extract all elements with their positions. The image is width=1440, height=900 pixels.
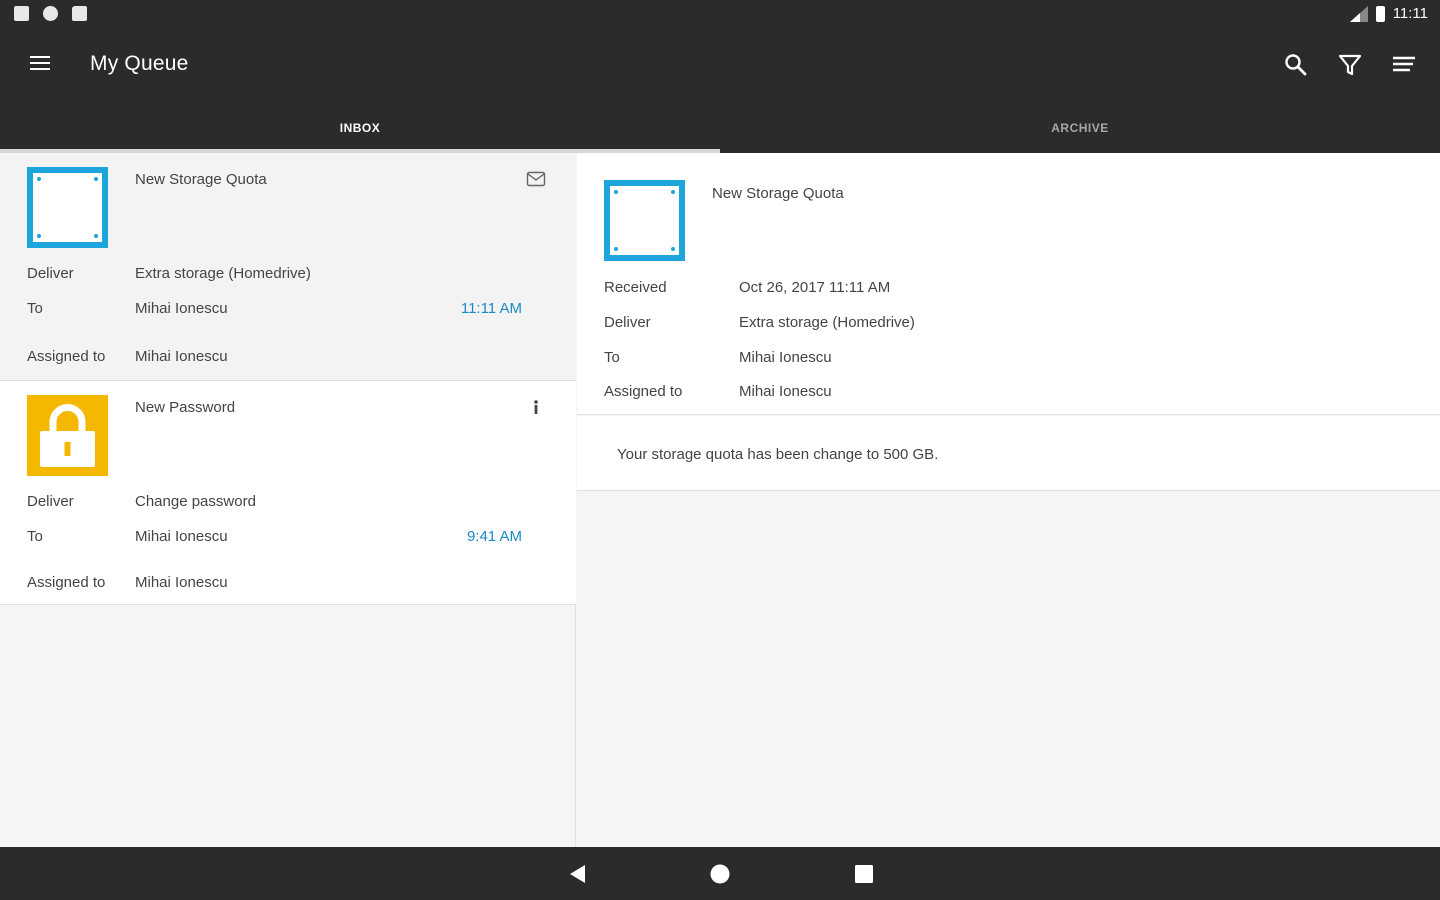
status-system-icons: 11:11 [1349, 5, 1428, 22]
received-label: Received [604, 279, 667, 296]
menu-icon-line [30, 68, 50, 70]
storage-icon [27, 167, 108, 248]
deliver-label: Deliver [604, 314, 651, 331]
home-icon [710, 864, 730, 884]
to-value: Mihai Ionescu [739, 349, 832, 366]
sync-notification-icon [43, 6, 58, 21]
status-time: 11:11 [1392, 5, 1428, 22]
recents-button[interactable] [851, 861, 877, 887]
assigned-value: Mihai Ionescu [135, 574, 228, 591]
search-icon [1285, 54, 1307, 76]
item-time: 9:41 AM [466, 528, 522, 545]
detail-pane: New Storage Quota Received Oct 26, 2017 … [577, 153, 1440, 847]
to-label: To [604, 349, 620, 366]
app-notification-icon [14, 6, 29, 21]
assigned-value: Mihai Ionescu [135, 348, 228, 365]
menu-icon-line [30, 62, 50, 64]
battery-icon [1375, 5, 1385, 22]
mail-icon[interactable] [526, 169, 546, 189]
app-title: My Queue [90, 52, 189, 75]
status-notification-icons [14, 6, 87, 21]
received-value: Oct 26, 2017 11:11 AM [739, 279, 891, 296]
app-bar: My Queue INBOX ARCHIVE [0, 28, 1440, 153]
assigned-label: Assigned to [604, 383, 683, 400]
filter-icon [1338, 54, 1362, 76]
tab-archive[interactable]: ARCHIVE [720, 110, 1440, 153]
sort-icon [1393, 56, 1415, 72]
deliver-value: Change password [135, 493, 256, 510]
recents-icon [855, 865, 873, 883]
back-icon [570, 865, 585, 883]
search-button[interactable] [1279, 48, 1313, 82]
to-value: Mihai Ionescu [135, 300, 228, 317]
storage-icon [604, 180, 685, 261]
item-time: 11:11 AM [460, 300, 522, 317]
menu-button[interactable] [26, 50, 56, 78]
lock-icon [27, 395, 108, 476]
tab-inbox[interactable]: INBOX [0, 110, 720, 153]
tab-bar: INBOX ARCHIVE [0, 110, 1440, 153]
to-value: Mihai Ionescu [135, 528, 228, 545]
home-button[interactable] [707, 861, 733, 887]
list-item[interactable]: New Password Deliver Change password To … [0, 381, 576, 605]
deliver-value: Extra storage (Homedrive) [135, 265, 311, 282]
menu-icon [30, 56, 50, 58]
back-button[interactable] [565, 861, 591, 887]
assigned-label: Assigned to [27, 348, 106, 365]
deliver-value: Extra storage (Homedrive) [739, 314, 915, 331]
queue-list: New Storage Quota Deliver Extra storage … [0, 153, 576, 847]
detail-title: New Storage Quota [712, 185, 844, 202]
item-title: New Password [135, 399, 236, 416]
detail-header: New Storage Quota Received Oct 26, 2017 … [577, 153, 1440, 415]
deliver-label: Deliver [27, 265, 74, 282]
deliver-label: Deliver [27, 493, 74, 510]
detail-message-card: Your storage quota has been change to 50… [577, 416, 1440, 491]
assigned-label: Assigned to [27, 574, 106, 591]
info-icon[interactable] [526, 397, 546, 417]
list-item[interactable]: New Storage Quota Deliver Extra storage … [0, 153, 576, 381]
navigation-bar [0, 847, 1440, 900]
status-bar: 11:11 [0, 0, 1440, 28]
to-label: To [27, 528, 43, 545]
item-title: New Storage Quota [135, 171, 267, 188]
signal-icon [1349, 5, 1368, 22]
to-label: To [27, 300, 43, 317]
sdcard-notification-icon [72, 6, 87, 21]
detail-message: Your storage quota has been change to 50… [617, 446, 939, 463]
filter-button[interactable] [1333, 48, 1367, 82]
sort-button[interactable] [1387, 48, 1421, 82]
assigned-value: Mihai Ionescu [739, 383, 832, 400]
